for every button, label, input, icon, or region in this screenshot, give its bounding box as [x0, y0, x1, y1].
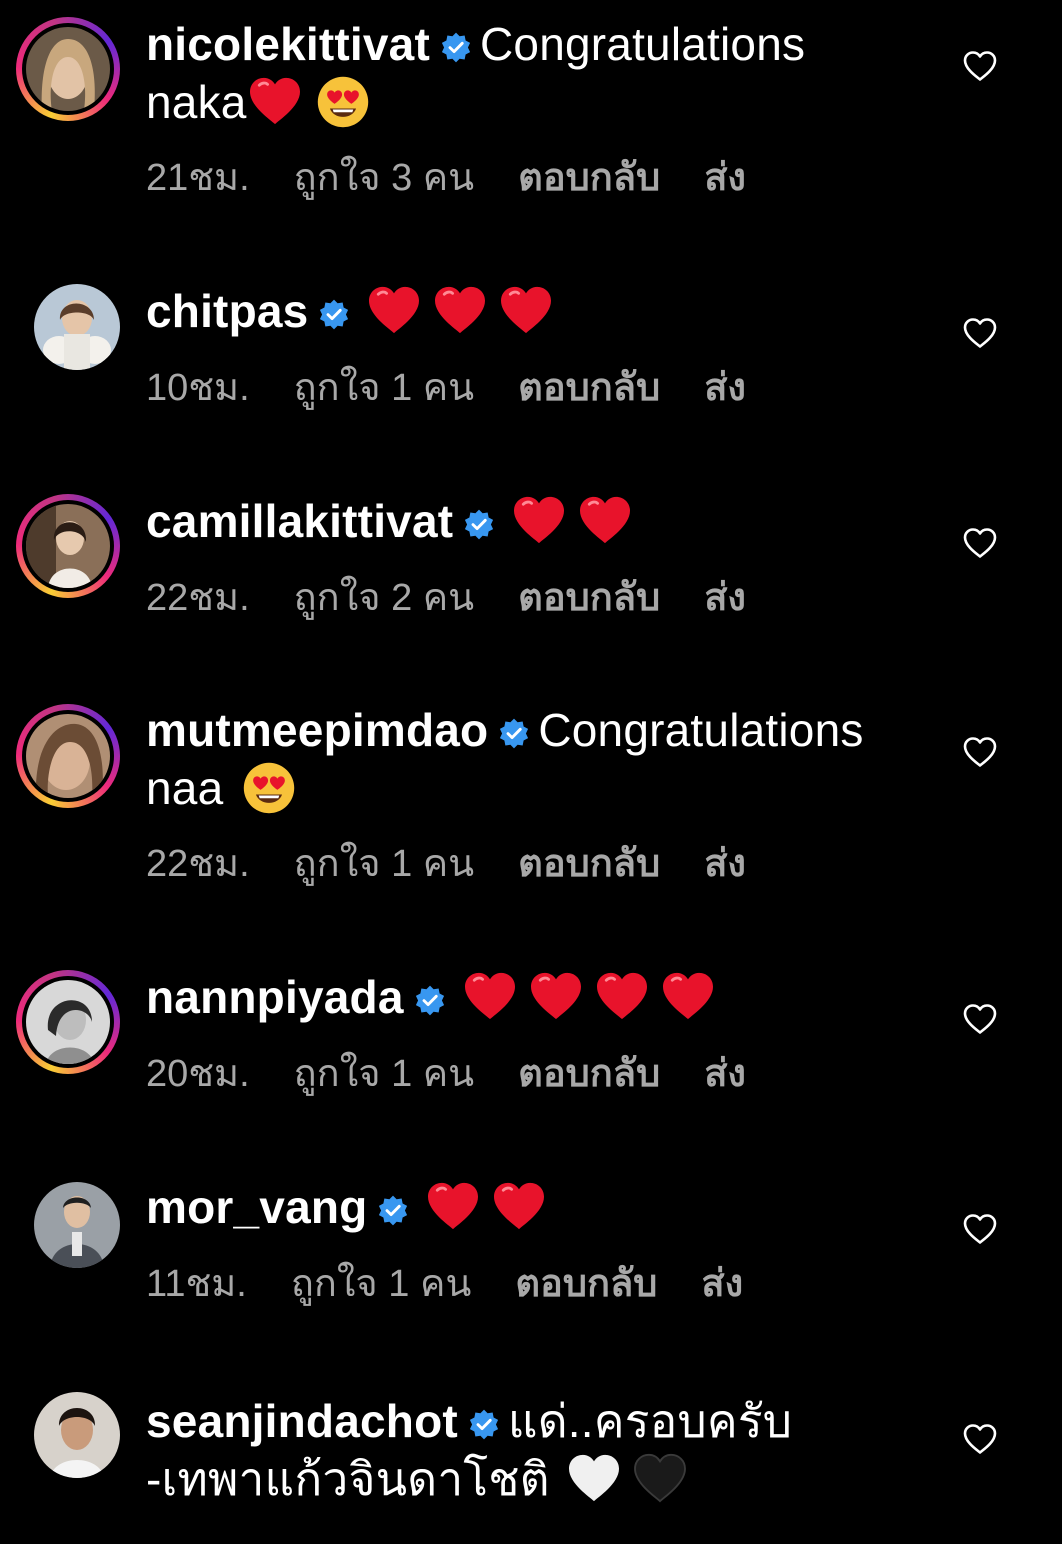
avatar	[34, 1392, 120, 1478]
send-button[interactable]: ส่ง	[704, 157, 746, 199]
red-heart-emoji	[366, 285, 422, 335]
comment-username[interactable]: chitpas	[146, 285, 308, 337]
reply-button[interactable]: ตอบกลับ	[518, 843, 660, 885]
verified-badge-icon	[498, 717, 530, 749]
heart-eyes-emoji	[315, 74, 371, 130]
heart-outline-icon[interactable]	[962, 1423, 998, 1455]
comment-likes[interactable]: ถูกใจ 1 คน	[291, 1263, 471, 1305]
avatar	[26, 980, 110, 1064]
heart-outline-icon[interactable]	[962, 1213, 998, 1245]
white-heart-emoji	[566, 1453, 622, 1503]
send-button[interactable]: ส่ง	[704, 843, 746, 885]
avatar-container[interactable]	[16, 1374, 120, 1478]
black-heart-emoji	[632, 1453, 688, 1503]
comment-username[interactable]: camillakittivat	[146, 495, 453, 547]
avatar	[34, 284, 120, 370]
comment-text: Congratulations	[538, 704, 864, 756]
heart-outline-icon[interactable]	[962, 1003, 998, 1035]
red-heart-emoji	[528, 971, 584, 1021]
comment-time: 22ชม.	[146, 843, 250, 885]
comment-likes[interactable]: ถูกใจ 1 คน	[294, 843, 474, 885]
send-button[interactable]: ส่ง	[704, 577, 746, 619]
comment-text: naka	[146, 76, 247, 128]
reply-button[interactable]: ตอบกลับ	[518, 577, 660, 619]
comment-time: 10ชม.	[146, 367, 250, 409]
reply-button[interactable]: ตอบกลับ	[518, 1053, 660, 1095]
reply-button[interactable]: ตอบกลับ	[518, 157, 660, 199]
red-heart-emoji	[247, 76, 303, 126]
verified-badge-icon	[414, 984, 446, 1016]
comment-likes[interactable]: ถูกใจ 2 คน	[294, 577, 474, 619]
comment-time: 11ชม.	[146, 1263, 247, 1305]
verified-badge-icon	[468, 1408, 500, 1440]
red-heart-emoji	[511, 495, 567, 545]
red-heart-emoji	[594, 971, 650, 1021]
comment-time: 21ชม.	[146, 157, 250, 199]
verified-badge-icon	[440, 31, 472, 63]
avatar	[26, 504, 110, 588]
comment-text: Congratulations	[480, 18, 806, 70]
comment-username[interactable]: nannpiyada	[146, 971, 404, 1023]
red-heart-emoji	[462, 971, 518, 1021]
comment-username[interactable]: mutmeepimdao	[146, 704, 488, 756]
comment-likes[interactable]: ถูกใจ 1 คน	[294, 367, 474, 409]
avatar-story-ring[interactable]	[16, 494, 120, 598]
avatar	[26, 714, 110, 798]
heart-outline-icon[interactable]	[962, 317, 998, 349]
comment-text: -เทพาแก้วจินดาโชติ	[146, 1453, 550, 1505]
heart-outline-icon[interactable]	[962, 527, 998, 559]
verified-badge-icon	[377, 1194, 409, 1226]
heart-eyes-emoji	[241, 760, 297, 816]
comment-username[interactable]: seanjindachot	[146, 1395, 458, 1447]
red-heart-emoji	[577, 495, 633, 545]
reply-button[interactable]: ตอบกลับ	[515, 1263, 657, 1305]
avatar-container[interactable]	[16, 266, 120, 370]
comment-time: 22ชม.	[146, 577, 250, 619]
red-heart-emoji	[425, 1181, 481, 1231]
comment-username[interactable]: mor_vang	[146, 1181, 367, 1233]
red-heart-emoji	[491, 1181, 547, 1231]
reply-button[interactable]: ตอบกลับ	[518, 367, 660, 409]
avatar	[26, 27, 110, 111]
red-heart-emoji	[498, 285, 554, 335]
red-heart-emoji	[660, 971, 716, 1021]
verified-badge-icon	[463, 508, 495, 540]
heart-outline-icon[interactable]	[962, 50, 998, 82]
comment-time: 20ชม.	[146, 1053, 250, 1095]
heart-outline-icon[interactable]	[962, 736, 998, 768]
send-button[interactable]: ส่ง	[701, 1263, 743, 1305]
comment-likes[interactable]: ถูกใจ 3 คน	[294, 157, 474, 199]
red-heart-emoji	[432, 285, 488, 335]
send-button[interactable]: ส่ง	[704, 367, 746, 409]
send-button[interactable]: ส่ง	[704, 1053, 746, 1095]
verified-badge-icon	[318, 298, 350, 330]
comment-text: แด่..ครอบครับ	[507, 1395, 793, 1447]
avatar	[34, 1182, 120, 1268]
comment-text: naa	[146, 762, 224, 814]
avatar-story-ring[interactable]	[16, 970, 120, 1074]
comment-username[interactable]: nicolekittivat	[146, 18, 430, 70]
avatar-story-ring[interactable]	[16, 17, 120, 121]
comment-likes[interactable]: ถูกใจ 1 คน	[294, 1053, 474, 1095]
avatar-story-ring[interactable]	[16, 704, 120, 808]
avatar-container[interactable]	[16, 1164, 120, 1268]
